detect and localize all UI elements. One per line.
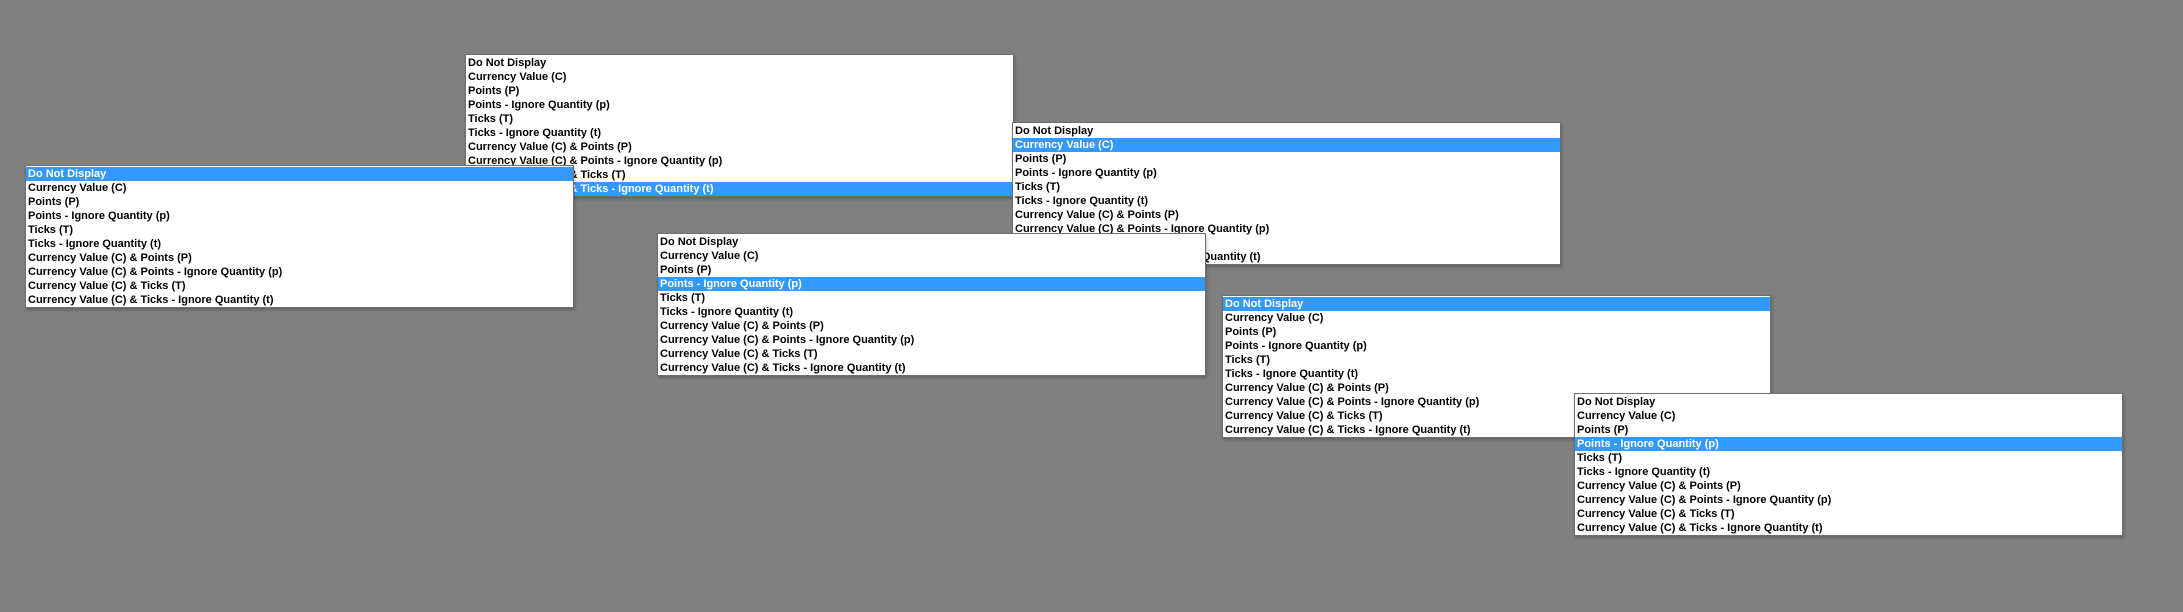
dropdown-option[interactable]: Ticks - Ignore Quantity (t) (658, 305, 1205, 319)
display-mode-dropdown-list-3[interactable]: Do Not Display Currency Value (C) Points… (25, 165, 574, 308)
dropdown-option[interactable]: Currency Value (C) & Points (P) (1013, 208, 1560, 222)
dropdown-option[interactable]: Currency Value (C) & Points (P) (1575, 479, 2122, 493)
dropdown-option[interactable]: Ticks - Ignore Quantity (t) (1223, 367, 1770, 381)
dropdown-option[interactable]: Currency Value (C) & Ticks - Ignore Quan… (26, 293, 573, 307)
dropdown-option[interactable]: Do Not Display (1013, 124, 1560, 138)
dropdown-option-selected[interactable]: Points - Ignore Quantity (p) (1575, 437, 2122, 451)
dropdown-option[interactable]: Currency Value (C) (1223, 311, 1770, 325)
dropdown-option[interactable]: Currency Value (C) (658, 249, 1205, 263)
dropdown-option[interactable]: Ticks (T) (1575, 451, 2122, 465)
dropdown-option[interactable]: Ticks (T) (1013, 180, 1560, 194)
dropdown-option[interactable]: Currency Value (C) & Ticks (T) (26, 279, 573, 293)
dropdown-option[interactable]: Points - Ignore Quantity (p) (1223, 339, 1770, 353)
dropdown-option[interactable]: Currency Value (C) & Points (P) (658, 319, 1205, 333)
display-mode-dropdown-list-6[interactable]: Do Not Display Currency Value (C) Points… (1574, 393, 2123, 536)
dropdown-option[interactable]: Do Not Display (466, 56, 1013, 70)
dropdown-option[interactable]: Currency Value (C) & Points (P) (26, 251, 573, 265)
dropdown-option[interactable]: Currency Value (C) (1575, 409, 2122, 423)
dropdown-option[interactable]: Points (P) (466, 84, 1013, 98)
dropdown-option[interactable]: Currency Value (C) & Ticks - Ignore Quan… (658, 361, 1205, 375)
dropdown-option[interactable]: Currency Value (C) & Points - Ignore Qua… (26, 265, 573, 279)
dropdown-option[interactable]: Currency Value (C) & Points - Ignore Qua… (1575, 493, 2122, 507)
dropdown-option[interactable]: Do Not Display (658, 235, 1205, 249)
dropdown-option-selected[interactable]: Points - Ignore Quantity (p) (658, 277, 1205, 291)
dropdown-option[interactable]: Currency Value (C) & Points - Ignore Qua… (658, 333, 1205, 347)
display-mode-dropdown-list-4[interactable]: Do Not Display Currency Value (C) Points… (657, 233, 1206, 376)
dropdown-option[interactable]: Points - Ignore Quantity (p) (466, 98, 1013, 112)
dropdown-option[interactable]: Ticks - Ignore Quantity (t) (1013, 194, 1560, 208)
dropdown-option[interactable]: Ticks (T) (466, 112, 1013, 126)
dropdown-option[interactable]: Ticks - Ignore Quantity (t) (466, 126, 1013, 140)
dropdown-option[interactable]: Points - Ignore Quantity (p) (1013, 166, 1560, 180)
dropdown-option[interactable]: Currency Value (C) & Ticks (T) (658, 347, 1205, 361)
dropdown-option[interactable]: Points (P) (1575, 423, 2122, 437)
dropdown-option[interactable]: Ticks (T) (26, 223, 573, 237)
dropdown-option-selected[interactable]: Do Not Display (1223, 297, 1770, 311)
dropdown-option[interactable]: Ticks (T) (1223, 353, 1770, 367)
dropdown-option[interactable]: Points (P) (1223, 325, 1770, 339)
dropdown-option[interactable]: Currency Value (C) (466, 70, 1013, 84)
dropdown-option-selected[interactable]: Do Not Display (26, 167, 573, 181)
dropdown-option[interactable]: Currency Value (C) (26, 181, 573, 195)
dropdown-option[interactable]: Do Not Display (1575, 395, 2122, 409)
dropdown-option[interactable]: Currency Value (C) & Points (P) (466, 140, 1013, 154)
dropdown-option[interactable]: Ticks - Ignore Quantity (t) (26, 237, 573, 251)
dropdown-option[interactable]: Points - Ignore Quantity (p) (26, 209, 573, 223)
dropdown-option[interactable]: Currency Value (C) & Ticks - Ignore Quan… (1575, 521, 2122, 535)
dropdown-option[interactable]: Ticks - Ignore Quantity (t) (1575, 465, 2122, 479)
dropdown-option[interactable]: Currency Value (C) & Ticks (T) (1575, 507, 2122, 521)
dropdown-option[interactable]: Ticks (T) (658, 291, 1205, 305)
dropdown-option[interactable]: Points (P) (1013, 152, 1560, 166)
dropdown-option-selected[interactable]: Currency Value (C) (1013, 138, 1560, 152)
dropdown-option[interactable]: Points (P) (658, 263, 1205, 277)
dropdown-option[interactable]: Points (P) (26, 195, 573, 209)
